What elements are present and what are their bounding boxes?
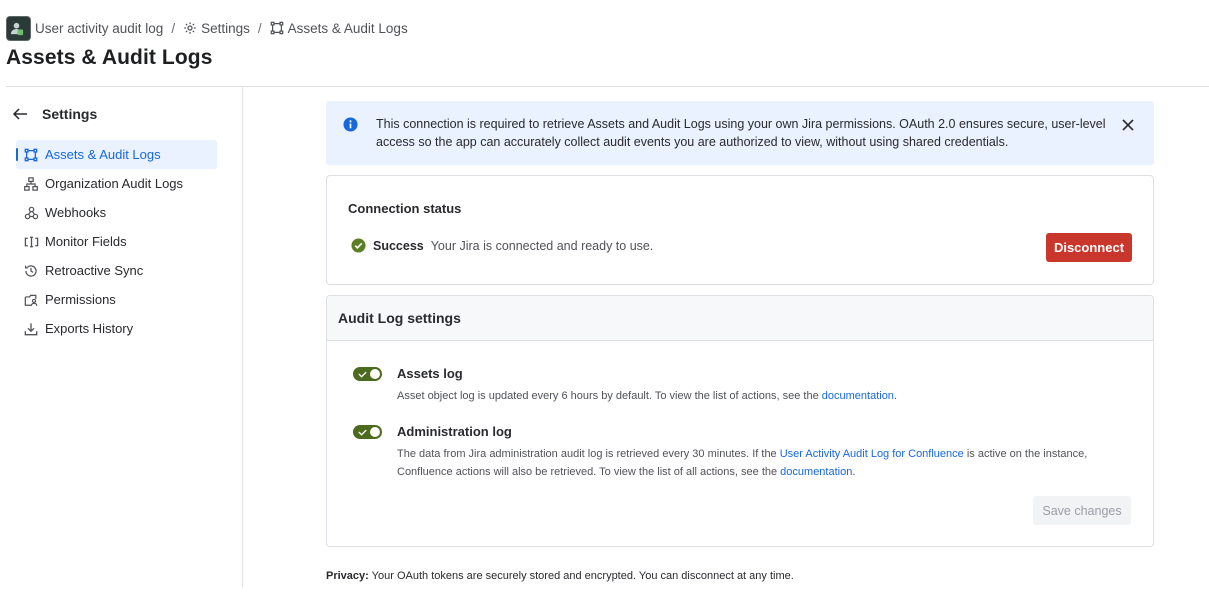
check-circle-icon: [351, 238, 366, 253]
assets-icon: [24, 147, 45, 163]
sidebar-nav: Assets & Audit Logs Organization Audit L…: [16, 140, 217, 343]
info-banner: This connection is required to retrieve …: [326, 101, 1154, 165]
assets-log-title: Assets log: [397, 366, 463, 381]
sidebar-divider: [242, 87, 243, 587]
assets-documentation-link[interactable]: documentation: [822, 390, 894, 402]
disconnect-button[interactable]: Disconnect: [1046, 233, 1132, 262]
download-icon: [24, 321, 45, 337]
privacy-text: Your OAuth tokens are securely stored an…: [368, 570, 794, 582]
breadcrumb-separator: /: [171, 20, 176, 36]
save-changes-button[interactable]: Save changes: [1033, 496, 1131, 525]
breadcrumb-app[interactable]: User activity audit log: [6, 15, 164, 41]
confluence-app-link[interactable]: User Activity Audit Log for Confluence: [780, 448, 964, 460]
webhook-icon: [24, 205, 45, 221]
breadcrumb-settings-label: Settings: [201, 20, 250, 36]
sidebar-item-permissions[interactable]: Permissions: [16, 285, 217, 314]
back-button[interactable]: [12, 107, 42, 121]
assets-log-description: Asset object log is updated every 6 hour…: [397, 387, 1137, 405]
audit-log-settings-card: Audit Log settings Assets log Asset obje…: [326, 295, 1154, 547]
fields-icon: [24, 234, 45, 250]
breadcrumb-current-label: Assets & Audit Logs: [287, 20, 408, 36]
admin-log-desc-text: The data from Jira administration audit …: [397, 448, 780, 460]
gear-icon: [184, 22, 196, 34]
admin-documentation-link[interactable]: documentation: [780, 466, 852, 478]
page-title: Assets & Audit Logs: [6, 46, 213, 69]
permissions-icon: [24, 292, 45, 308]
status-message: Your Jira is connected and ready to use.: [430, 238, 654, 253]
history-icon: [24, 263, 45, 279]
sidebar-item-label: Organization Audit Logs: [45, 176, 184, 191]
administration-log-title: Administration log: [397, 424, 512, 439]
admin-log-desc-end: .: [852, 466, 856, 478]
close-button[interactable]: [1122, 118, 1134, 136]
breadcrumb-app-label: User activity audit log: [35, 20, 164, 36]
app-logo: [6, 15, 31, 41]
sidebar-item-assets-audit-logs[interactable]: Assets & Audit Logs: [16, 140, 217, 169]
connection-status-label: Connection status: [348, 201, 462, 216]
header-divider: [6, 86, 1209, 87]
assets-icon: [270, 21, 283, 35]
administration-log-toggle[interactable]: [353, 425, 382, 439]
connection-status-card: Connection status Success Your Jira is c…: [326, 175, 1154, 285]
privacy-label: Privacy:: [326, 570, 369, 582]
breadcrumb: User activity audit log / Settings / Ass…: [6, 15, 408, 41]
info-icon: [343, 117, 358, 137]
status-badge: Success: [373, 238, 424, 253]
assets-log-desc-text: Asset object log is updated every 6 hour…: [397, 390, 822, 402]
sidebar-item-label: Exports History: [45, 321, 134, 336]
breadcrumb-separator: /: [257, 20, 262, 36]
hierarchy-icon: [24, 176, 45, 192]
sidebar-item-label: Permissions: [45, 292, 116, 307]
privacy-note: Privacy: Your OAuth tokens are securely …: [326, 570, 794, 582]
sidebar-item-webhooks[interactable]: Webhooks: [16, 198, 217, 227]
sidebar-item-retroactive-sync[interactable]: Retroactive Sync: [16, 256, 217, 285]
breadcrumb-current[interactable]: Assets & Audit Logs: [270, 21, 408, 36]
administration-log-description: The data from Jira administration audit …: [397, 445, 1137, 481]
sidebar-header: Settings: [12, 103, 97, 125]
sidebar-item-monitor-fields[interactable]: Monitor Fields: [16, 227, 217, 256]
sidebar-item-label: Monitor Fields: [45, 234, 127, 249]
breadcrumb-settings[interactable]: Settings: [183, 21, 250, 36]
sidebar-item-organization-audit-logs[interactable]: Organization Audit Logs: [16, 169, 217, 198]
close-icon: [1122, 119, 1134, 131]
banner-text: This connection is required to retrieve …: [376, 117, 1106, 149]
connection-status: Success Your Jira is connected and ready…: [351, 238, 653, 253]
sidebar-item-label: Webhooks: [45, 205, 107, 220]
sidebar-title: Settings: [42, 106, 98, 122]
assets-log-desc-end: .: [893, 390, 897, 402]
assets-log-toggle[interactable]: [353, 367, 382, 381]
sidebar-item-label: Assets & Audit Logs: [45, 147, 161, 162]
arrow-left-icon: [12, 108, 27, 120]
sidebar-item-label: Retroactive Sync: [45, 263, 144, 278]
sidebar-item-exports-history[interactable]: Exports History: [16, 314, 217, 343]
audit-settings-title: Audit Log settings: [327, 296, 1153, 341]
